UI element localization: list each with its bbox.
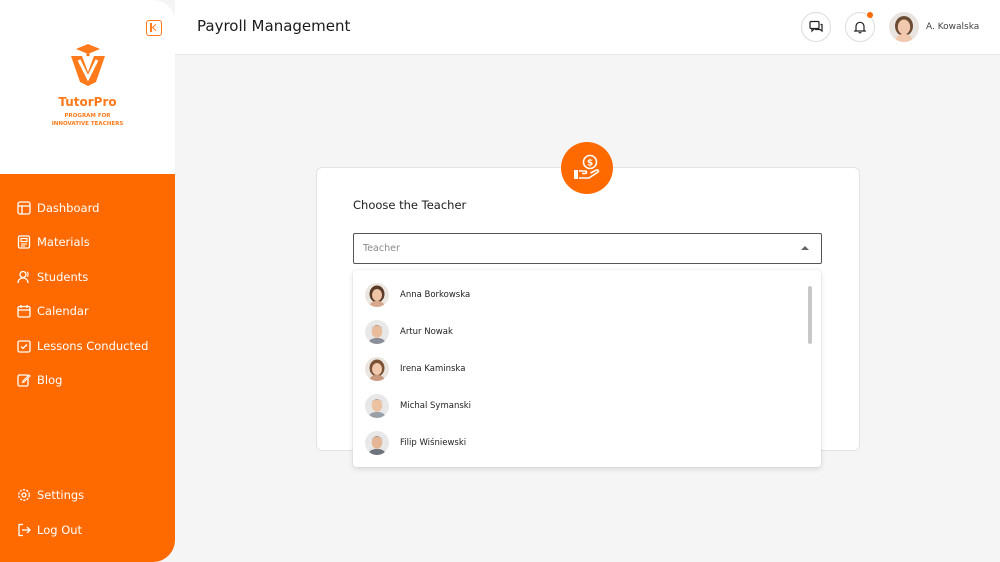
male-avatar-icon xyxy=(365,319,389,344)
teacher-name: Irena Kaminska xyxy=(400,363,466,374)
top-header: Payroll Management A. Kowalska xyxy=(175,0,1000,55)
teacher-select-placeholder: Teacher xyxy=(363,243,400,254)
female-avatar-icon xyxy=(365,282,389,307)
sidebar-item-label: Dashboard xyxy=(37,201,100,215)
sidebar-item-students[interactable]: Students xyxy=(17,268,88,286)
students-icon xyxy=(17,270,29,284)
teacher-name: Filip Wiśniewski xyxy=(400,437,467,448)
user-avatar[interactable] xyxy=(889,12,919,42)
brand-name: TutorPro xyxy=(58,95,117,109)
teacher-option[interactable]: Irena Kaminska xyxy=(353,350,813,387)
teacher-option[interactable]: Michal Symanski xyxy=(353,387,813,424)
teacher-name: Artur Nowak xyxy=(400,326,453,337)
page-title: Payroll Management xyxy=(197,17,351,35)
sidebar-item-settings[interactable]: Settings xyxy=(17,486,84,504)
user-name[interactable]: A. Kowalska xyxy=(926,22,979,32)
sidebar: TutorPro PROGRAM FOR INNOVATIVE TEACHERS… xyxy=(0,0,175,562)
female-avatar-icon xyxy=(365,356,389,381)
sidebar-item-dashboard[interactable]: Dashboard xyxy=(17,199,99,217)
sidebar-item-log-out[interactable]: Log Out xyxy=(17,521,82,539)
teacher-avatar xyxy=(365,319,389,344)
tutorpro-logo xyxy=(71,44,105,86)
brand-tagline-line1: PROGRAM FOR xyxy=(64,113,111,119)
logout-icon xyxy=(18,523,31,537)
teacher-dropdown-list: Anna Borkowska Artur Nowak Irena Kaminsk… xyxy=(353,270,821,467)
money-hand-icon: $ xyxy=(574,154,600,179)
chat-icon xyxy=(809,20,823,33)
sidebar-item-label: Log Out xyxy=(37,523,83,537)
calendar-icon xyxy=(17,305,31,318)
sidebar-item-lessons-conducted[interactable]: Lessons Conducted xyxy=(17,337,148,355)
sidebar-item-label: Students xyxy=(37,270,89,284)
svg-text:$: $ xyxy=(587,159,593,169)
male-avatar-icon xyxy=(365,430,389,455)
teacher-avatar xyxy=(365,356,389,381)
brand-tagline: PROGRAM FOR INNOVATIVE TEACHERS xyxy=(0,113,175,128)
sidebar-item-label: Calendar xyxy=(37,304,89,318)
female-avatar-icon xyxy=(889,12,919,42)
collapse-sidebar-icon[interactable] xyxy=(146,20,162,36)
dashboard-icon xyxy=(17,201,31,215)
sidebar-item-label: Settings xyxy=(37,488,85,502)
messages-button[interactable] xyxy=(801,12,831,42)
teacher-name: Michal Symanski xyxy=(400,400,472,411)
caret-up-icon[interactable] xyxy=(801,246,809,250)
notifications-button[interactable] xyxy=(845,12,875,42)
check-calendar-icon xyxy=(17,340,31,353)
card-title: Choose the Teacher xyxy=(353,198,467,212)
sidebar-item-label: Blog xyxy=(37,373,63,387)
sidebar-item-blog[interactable]: Blog xyxy=(17,371,62,389)
sidebar-item-label: Materials xyxy=(37,235,90,249)
sidebar-item-label: Lessons Conducted xyxy=(37,339,149,353)
teacher-option[interactable]: Anna Borkowska xyxy=(353,276,813,313)
bell-icon xyxy=(853,21,867,34)
sidebar-item-calendar[interactable]: Calendar xyxy=(17,302,89,320)
brand-tagline-line2: INNOVATIVE TEACHERS xyxy=(51,120,124,127)
male-avatar-icon xyxy=(365,393,389,418)
teacher-select[interactable]: Teacher xyxy=(353,233,822,264)
teacher-option[interactable]: Artur Nowak xyxy=(353,313,813,350)
edit-icon xyxy=(17,374,31,387)
teacher-avatar xyxy=(365,282,389,307)
teacher-option[interactable]: Filip Wiśniewski xyxy=(353,424,813,461)
payroll-icon-badge: $ xyxy=(561,142,613,194)
sidebar-item-materials[interactable]: Materials xyxy=(17,233,90,251)
teacher-avatar xyxy=(365,393,389,418)
gear-icon xyxy=(18,489,30,501)
notification-badge xyxy=(867,12,873,18)
materials-icon xyxy=(17,235,31,249)
teacher-name: Anna Borkowska xyxy=(400,289,471,300)
dropdown-scrollbar[interactable] xyxy=(808,286,812,344)
teacher-avatar xyxy=(365,430,389,455)
